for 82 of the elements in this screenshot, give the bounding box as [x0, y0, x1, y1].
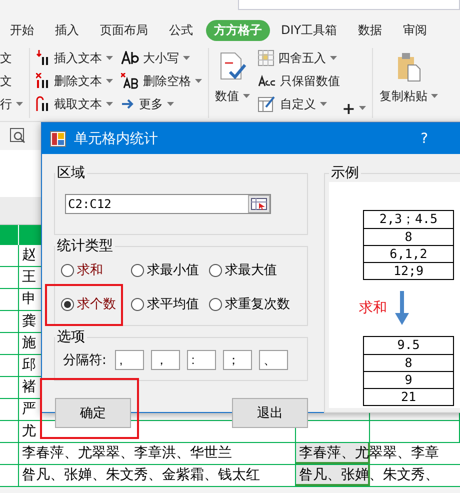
example-cell: 8: [364, 354, 453, 371]
ribbon-tab[interactable]: 插入: [47, 20, 87, 40]
group-label: 示例: [330, 164, 360, 182]
caret-icon: [16, 102, 23, 106]
caret-icon: [106, 56, 113, 60]
row-number-cell: [0, 443, 19, 465]
dialog-title: 单元格内统计: [74, 130, 159, 148]
separator-field[interactable]: ，: [151, 350, 180, 370]
dialog-button[interactable]: 确定: [55, 398, 131, 428]
caret-icon: [330, 56, 337, 60]
row-number-cell: [0, 289, 19, 311]
ribbon-item[interactable]: 截取文本: [36, 94, 113, 114]
caret-icon: [359, 106, 366, 110]
range-picker-button[interactable]: [248, 195, 270, 213]
row-number-cell: [0, 421, 19, 443]
range-field[interactable]: C2:C12: [65, 194, 271, 214]
search-field[interactable]: [238, 0, 460, 10]
caret-icon: [195, 79, 202, 83]
ribbon-item[interactable]: 大小写: [121, 48, 202, 68]
caret-icon: [106, 102, 113, 106]
caret-icon: [243, 94, 250, 98]
help-button[interactable]: ?: [420, 130, 428, 146]
caret-icon: [431, 94, 438, 98]
arrow-down-icon: [395, 291, 409, 325]
example-cell: 6,1,2: [364, 245, 453, 262]
ribbon-item[interactable]: 文: [0, 48, 23, 68]
caret-icon: [167, 102, 174, 106]
ribbon-item[interactable]: 文: [0, 71, 23, 91]
ribbon-item[interactable]: 删除空格: [121, 71, 202, 91]
ribbon-tab[interactable]: 数据: [350, 20, 390, 40]
group-label: 区域: [56, 164, 86, 182]
table-cell: 昝凡、张婵、朱文秀、金紫霜、钱太红: [19, 465, 296, 487]
field-label: 分隔符:: [63, 352, 106, 369]
caret-icon: [106, 79, 113, 83]
insert-text-icon: [36, 50, 50, 66]
search-icon[interactable]: [10, 128, 26, 144]
separator-field[interactable]: ；: [223, 350, 252, 370]
example-cell-text: 2,3；4.5: [378, 211, 439, 228]
abc-icon: [258, 75, 276, 87]
caret-icon: [320, 102, 327, 106]
row-number-cell: [0, 267, 19, 289]
separator-field[interactable]: :: [187, 350, 216, 370]
table-cell: 李春萍、尤翠翠、李章洪、华世兰: [19, 443, 296, 465]
ribbon-item[interactable]: 删除文本: [36, 71, 113, 91]
separator-field[interactable]: 、: [259, 350, 288, 370]
separator-field[interactable]: ,: [115, 350, 144, 370]
ribbon-item[interactable]: 更多: [121, 94, 202, 114]
ribbon-item[interactable]: 四舍五入: [258, 48, 340, 68]
arrow-right-icon: [121, 98, 135, 110]
ribbon-tab[interactable]: DIY工具箱: [273, 20, 346, 40]
row-number-cell: [0, 355, 19, 377]
dialog-button[interactable]: 退出: [232, 398, 308, 428]
letter-case-icon: [121, 51, 139, 65]
ribbon-item[interactable]: 行: [0, 94, 23, 114]
caret-icon: [183, 56, 190, 60]
example-cell: 9: [364, 371, 453, 388]
ribbon-item[interactable]: 自定义: [258, 94, 340, 114]
example-cell-text: 9.5: [396, 337, 421, 354]
row-number-cell: [0, 245, 19, 267]
example-cell: 12;9: [364, 262, 453, 279]
ribbon-tab[interactable]: 审阅: [395, 20, 436, 40]
example-cell: 21: [364, 388, 453, 405]
table-pen-icon: [258, 95, 276, 113]
delete-text-icon: [36, 73, 50, 89]
ribbon-tab[interactable]: 开始: [2, 20, 42, 40]
number-button[interactable]: 数值: [215, 48, 250, 118]
operation-label: 求和: [359, 299, 387, 317]
example-cell: 8: [364, 228, 453, 245]
row-number-cell: [0, 333, 19, 355]
row-number-cell: [0, 399, 19, 421]
document-check-icon: [218, 52, 246, 82]
grid-icon: [258, 50, 274, 66]
copy-paste-button[interactable]: 复制粘贴: [379, 48, 438, 118]
delete-space-icon: [121, 73, 139, 89]
cut-text-icon: [36, 96, 50, 112]
ribbon-item[interactable]: 只保留数值: [258, 71, 340, 91]
ribbon-item[interactable]: 插入文本: [36, 48, 113, 68]
add-button[interactable]: +: [342, 98, 366, 118]
clipboard-icon: [396, 52, 421, 82]
app-icon: [50, 130, 66, 146]
ribbon-tab[interactable]: 公式: [161, 20, 201, 40]
ribbon-tab[interactable]: 页面布局: [92, 20, 156, 40]
